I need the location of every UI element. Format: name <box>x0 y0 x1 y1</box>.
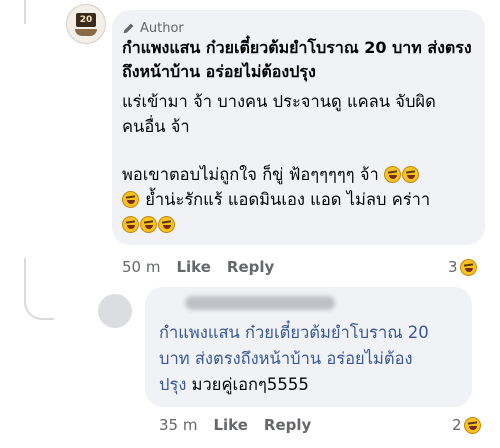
reply-actions: 35 m Like Reply <box>159 416 311 434</box>
reply-button[interactable]: Reply <box>264 416 311 434</box>
like-button[interactable]: Like <box>213 416 247 434</box>
reaction-summary[interactable]: 3 <box>448 258 478 276</box>
laughing-emoji <box>122 216 139 233</box>
laughing-emoji <box>402 166 420 183</box>
author-badge: Author <box>122 20 184 36</box>
blurred-reply-author <box>185 296 335 310</box>
reaction-count: 3 <box>448 258 458 276</box>
author-badge-label: Author <box>140 20 184 36</box>
page-logo: 20 <box>76 13 96 27</box>
comment-author-name[interactable]: กำแพงแสน ก๋วยเตี๋ยวต้มยำโบราณ 20 บาท ส่ง… <box>122 36 482 84</box>
comment-line: แร่เข้ามา จ้า บางคน ประจานดู แคลน จับผิด <box>122 92 436 111</box>
comment-line: ย้ำน่ะรักแร้ แอดมินเอง แอด ไม่ลบ คร่าา <box>122 187 482 212</box>
mention-tag[interactable]: ปรุง <box>159 375 186 394</box>
laughing-emoji <box>140 216 157 233</box>
laughing-emoji <box>459 258 477 276</box>
page-avatar[interactable]: 20 <box>66 4 106 44</box>
comment-time[interactable]: 50 m <box>122 258 160 276</box>
comment-actions: 50 m Like Reply <box>122 258 274 276</box>
thread-connector-top <box>24 0 26 24</box>
like-button[interactable]: Like <box>176 258 210 276</box>
reply-text: กำแพงแสน ก๋วยเตี๋ยวต้มยำโบราณ 20 บาท ส่ง… <box>159 320 464 398</box>
pencil-icon <box>123 23 134 33</box>
reply-thread-connector <box>24 258 54 320</box>
reaction-summary[interactable]: 2 <box>452 416 482 434</box>
reply-button[interactable]: Reply <box>227 258 274 276</box>
reply-message: มวยคู่เอกๆ5555 <box>191 375 309 394</box>
comment-line: พอเขาตอบไม่ถูกใจ ก็ขู่ ฟ้อๆๆๆๆๆ จ้า <box>122 162 482 187</box>
laughing-emoji <box>122 191 139 208</box>
laughing-emoji <box>158 216 175 233</box>
laughing-emoji <box>384 166 402 183</box>
comment-line: คนอื่น จ้า <box>122 117 190 136</box>
comment-line <box>122 212 482 237</box>
reaction-count: 2 <box>452 416 462 434</box>
reply-time[interactable]: 35 m <box>159 416 197 434</box>
mention-tag[interactable]: กำแพงแสน ก๋วยเตี๋ยวต้มยำโบราณ 20 <box>159 320 464 346</box>
comment-text: แร่เข้ามา จ้า บางคน ประจานดู แคลน จับผิด… <box>122 89 482 237</box>
laughing-emoji <box>463 416 481 434</box>
reply-avatar[interactable] <box>98 294 132 328</box>
mention-tag[interactable]: บาท ส่งตรงถึงหน้าบ้าน อร่อยไม่ต้อง <box>159 346 464 372</box>
bowl-graphic <box>75 29 97 36</box>
